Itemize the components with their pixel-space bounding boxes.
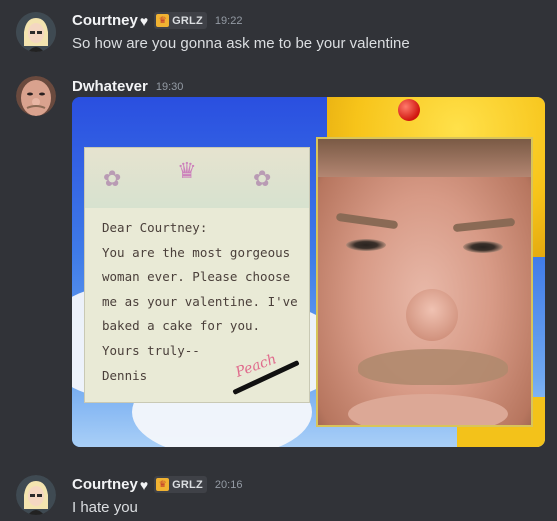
eye: [463, 241, 503, 253]
eye: [346, 239, 386, 251]
eyebrow: [452, 217, 516, 233]
timestamp[interactable]: 20:16: [215, 479, 243, 491]
username[interactable]: Courtney: [72, 476, 138, 493]
crown-badge-icon: ♛: [156, 478, 170, 491]
letter-line: me as your valentine. I've: [102, 293, 298, 309]
letter-text: Dear Courtney: You are the most gorgeous…: [102, 216, 312, 388]
letter-line: Yours truly--: [102, 342, 200, 358]
username[interactable]: Courtney: [72, 12, 138, 29]
message: Courtney ♥ ♛ GRLZ 20:16 I hate you: [0, 465, 557, 521]
heart-icon: ♥: [139, 12, 149, 29]
letter-line: woman ever. Please choose: [102, 269, 291, 285]
letter-line: You are the most gorgeous: [102, 244, 291, 260]
guild-tag-label: GRLZ: [172, 14, 203, 27]
avatar-courtney[interactable]: [16, 12, 56, 52]
mustache: [358, 349, 508, 385]
message: Courtney ♥ ♛ GRLZ 19:22 So how are you g…: [0, 0, 557, 60]
crown-ornament-icon: ♛: [177, 158, 197, 183]
message-text: I hate you: [72, 499, 138, 516]
nose: [406, 289, 458, 341]
letter-card: ✿ ♛ ✿ Dear Courtney: You are the most go…: [84, 147, 310, 403]
avatar-dwhatever[interactable]: [16, 76, 56, 116]
guild-tag[interactable]: ♛ GRLZ: [154, 476, 207, 493]
chin: [348, 394, 508, 425]
guild-tag[interactable]: ♛ GRLZ: [154, 12, 207, 29]
heart-icon: ♥: [139, 476, 149, 493]
avatar-courtney[interactable]: [16, 475, 56, 515]
crown-badge-icon: ♛: [156, 14, 170, 27]
image-attachment[interactable]: ✿ ♛ ✿ Dear Courtney: You are the most go…: [72, 97, 545, 447]
letter-line: Dear Courtney:: [102, 220, 208, 235]
face-photo-overlay: [316, 137, 533, 427]
flower-icon: ✿: [253, 166, 272, 191]
flower-icon: ✿: [103, 166, 122, 191]
hair: [318, 139, 531, 177]
timestamp[interactable]: 19:22: [215, 15, 243, 27]
eyebrow: [335, 212, 399, 230]
letter-line: baked a cake for you.: [102, 318, 261, 334]
guild-tag-label: GRLZ: [172, 478, 203, 491]
crown-gem: [398, 99, 420, 121]
message-text: So how are you gonna ask me to be your v…: [72, 35, 410, 52]
timestamp[interactable]: 19:30: [156, 81, 184, 93]
username[interactable]: Dwhatever: [72, 78, 148, 95]
